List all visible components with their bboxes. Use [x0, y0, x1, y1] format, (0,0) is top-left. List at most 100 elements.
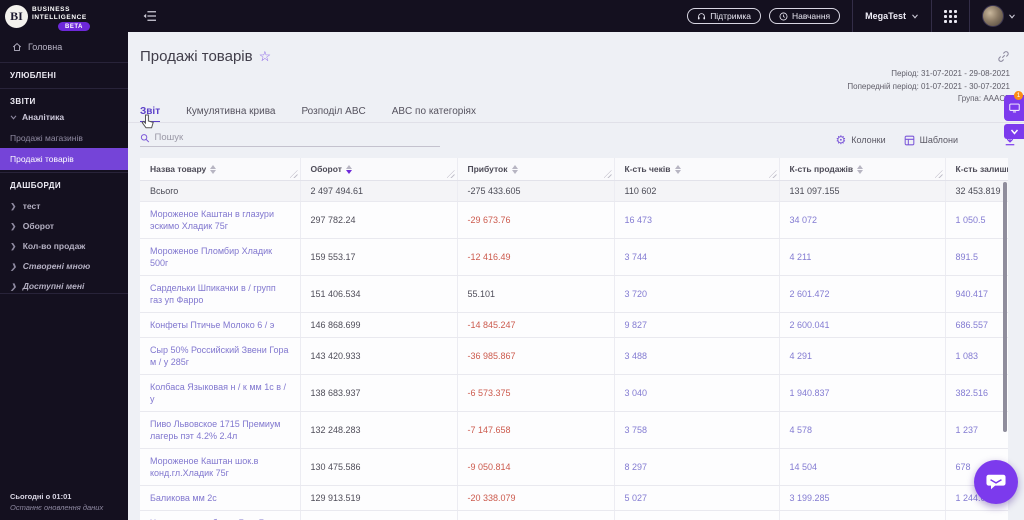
product-name-cell[interactable]: Сыр 50% Российский Звени Гора м / у 285г	[140, 337, 301, 375]
period-text: Період: 31-07-2021 - 29-08-2021	[891, 69, 1010, 78]
sort-icon[interactable]	[857, 164, 864, 174]
value-cell: -36 985.867	[457, 337, 615, 375]
training-label: Навчання	[792, 11, 831, 21]
column-header-content: Прибуток	[468, 164, 518, 174]
analytics-list: Продажі магазинів Продажі товарів	[0, 128, 128, 170]
sort-icon[interactable]	[674, 164, 681, 174]
sort-icon[interactable]	[345, 164, 352, 174]
value-cell: 130 475.586	[300, 448, 458, 486]
value-cell: 14 504	[779, 448, 946, 486]
beta-badge: BETA	[58, 22, 90, 31]
product-name-cell[interactable]: Сардельки Шпикачки в / групп газ уп Фарр…	[140, 275, 301, 313]
favorites-section-label: УЛЮБЛЕНІ	[10, 71, 57, 80]
sidebar-toggle-button[interactable]	[143, 10, 157, 22]
chevron-down-icon	[1009, 13, 1015, 19]
columns-label: Колонки	[851, 135, 886, 145]
templates-label: Шаблони	[919, 135, 958, 145]
report-tabs: Звіт Кумулятивна крива Розподіл ABC ABC по …	[140, 106, 476, 123]
value-cell: 4 291	[779, 337, 946, 375]
sort-asc-icon	[857, 164, 864, 169]
group-text: Група: AAACZ	[957, 94, 1010, 103]
sidebar-item-dashboard[interactable]: ❯ Оборот	[0, 216, 128, 236]
value-cell: -11 370,99	[457, 510, 615, 520]
sort-icon[interactable]	[210, 164, 217, 174]
share-link-icon[interactable]	[997, 50, 1010, 68]
last-update-time: Сьогодні о 01:01	[10, 492, 72, 501]
column-header[interactable]: Назва товару	[140, 158, 301, 181]
chat-fab-button[interactable]	[974, 460, 1018, 504]
column-resize-handle[interactable]	[289, 170, 298, 178]
value-cell: 110 602	[614, 180, 780, 202]
total-row: Всього 2 497 494.61 -275 433.605 110 602 131…	[140, 180, 1008, 202]
table-scrollbar[interactable]	[1003, 182, 1007, 432]
column-resize-handle[interactable]	[768, 170, 777, 178]
search-input[interactable]	[154, 132, 440, 143]
support-button[interactable]: Підтримка	[687, 8, 761, 24]
table-header-row: Назва товару Оборот Прибуток К-сть чеків К-с…	[140, 158, 1008, 181]
value-cell: -7 147.658	[457, 411, 615, 449]
collapse-panel-button[interactable]	[1004, 124, 1024, 139]
column-header-content: Оборот	[311, 164, 352, 174]
product-name-cell[interactable]: Конфеты Птичье Молоко 6 / э	[140, 312, 301, 338]
columns-button[interactable]: ⚙ Колонки	[836, 134, 886, 146]
column-resize-handle[interactable]	[446, 170, 455, 178]
chevron-right-icon: ❯	[10, 281, 17, 291]
product-name-cell[interactable]: Колбаса Языковая н / к мм 1с в / у	[140, 374, 301, 412]
sidebar-item-dashboard[interactable]: ❯ Створені мною	[0, 256, 128, 276]
sort-icon[interactable]	[511, 164, 518, 174]
favorite-star-icon[interactable]: ☆	[259, 48, 272, 65]
column-header-content: К-сть продажів	[790, 164, 864, 174]
chevron-right-icon: ❯	[10, 261, 17, 271]
sidebar-item-dashboard[interactable]: ❯ Кол-во продаж	[0, 236, 128, 256]
value-cell: 131 097.155	[779, 180, 946, 202]
column-header[interactable]: К-сть продажів	[779, 158, 946, 181]
value-cell: 138 683.937	[300, 374, 458, 412]
app-logo[interactable]: BI BUSINESS INTELLIGENCE BETA	[0, 0, 128, 36]
templates-button[interactable]: Шаблони	[904, 135, 958, 146]
reports-section-label: ЗВІТИ	[10, 97, 36, 106]
presentation-panel-button[interactable]: 1	[1004, 91, 1024, 121]
dashboard-label: Доступні мені	[22, 281, 85, 291]
product-name-cell[interactable]: Мороженое Пломбир Хладик 500г	[140, 238, 301, 276]
sidebar-item-analytics[interactable]: Аналітика	[10, 112, 64, 122]
table-row: Пиво Львовское 1715 Премиум лагерь пэт 4…	[140, 411, 1008, 449]
template-icon	[904, 135, 914, 145]
table-row: Сардельки Шпикачки в / групп газ уп Фарр…	[140, 275, 1008, 313]
tab-inactive[interactable]: Розподіл ABC	[301, 106, 365, 123]
tab-inactive[interactable]: Кумулятивна крива	[186, 106, 275, 123]
column-label: Назва товару	[150, 164, 207, 174]
apps-grid-button[interactable]	[944, 9, 957, 23]
chevron-right-icon: ❯	[10, 221, 17, 231]
user-menu[interactable]	[982, 5, 1016, 27]
value-cell: 3 199.285	[779, 485, 946, 511]
home-icon	[12, 42, 22, 51]
dashboards-section-label: ДАШБОРДИ	[10, 181, 61, 190]
value-cell: 143 420.933	[300, 337, 458, 375]
column-resize-handle[interactable]	[934, 170, 943, 178]
column-header-content: Назва товару	[150, 164, 217, 174]
tab-inactive[interactable]: ABC по категоріях	[392, 106, 476, 123]
product-name-cell[interactable]: Баликова мм 2с	[140, 485, 301, 511]
value-cell: 3 488	[614, 337, 780, 375]
product-name-cell[interactable]: Хрустящие трубочки Бам-Бук сладкий звук …	[140, 510, 301, 520]
training-button[interactable]: Навчання	[769, 8, 841, 24]
sidebar-item-report[interactable]: Продажі магазинів	[0, 128, 128, 148]
column-header[interactable]: К-сть чеків	[614, 158, 780, 181]
workspace-selector[interactable]: MegaTest	[865, 11, 919, 21]
topbar: Підтримка Навчання MegaTest	[128, 0, 1024, 32]
dashboards-list: ❯ тест ❯ Оборот ❯ Кол-во продаж ❯ Створені мною…	[0, 196, 128, 296]
divider	[969, 0, 970, 32]
home-label: Головна	[28, 42, 63, 52]
column-header[interactable]: Оборот	[300, 158, 458, 181]
sidebar-item-dashboard[interactable]: ❯ тест	[0, 196, 128, 216]
column-header[interactable]: Прибуток	[457, 158, 615, 181]
column-resize-handle[interactable]	[603, 170, 612, 178]
divider	[0, 293, 128, 294]
product-name-cell[interactable]: Мороженое Каштан в глазури эскимо Хладик…	[140, 201, 301, 239]
column-header[interactable]: К-сть залишків н	[945, 158, 1008, 181]
sidebar-item-active-report[interactable]: Продажі товарів	[0, 148, 128, 170]
divider	[0, 62, 128, 63]
sidebar-item-home[interactable]: Головна	[12, 42, 62, 52]
product-name-cell[interactable]: Пиво Львовское 1715 Премиум лагерь пэт 4…	[140, 411, 301, 449]
product-name-cell[interactable]: Мороженое Каштан шок.в конд.гл.Хладик 75…	[140, 448, 301, 486]
